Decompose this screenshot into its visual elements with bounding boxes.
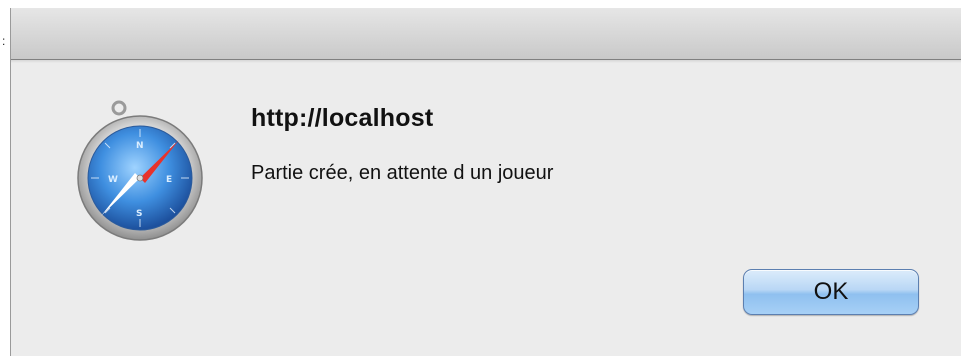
svg-text:N: N [136,141,144,151]
svg-text:E: E [166,175,172,185]
screen: : N S W E http://localhost Partie crée, … [0,0,961,356]
ok-button[interactable]: OK [743,269,919,315]
edge-glyph: : [2,34,6,48]
alert-dialog: N S W E http://localhost Partie crée, en… [10,8,961,356]
svg-text:W: W [108,175,118,185]
dialog-title: http://localhost [251,104,434,132]
dialog-titlebar [11,8,961,63]
background-window-edge: : [0,0,10,356]
safari-compass-icon: N S W E [71,96,209,244]
svg-text:S: S [136,209,142,219]
dialog-message: Partie crée, en attente d un joueur [251,162,554,184]
